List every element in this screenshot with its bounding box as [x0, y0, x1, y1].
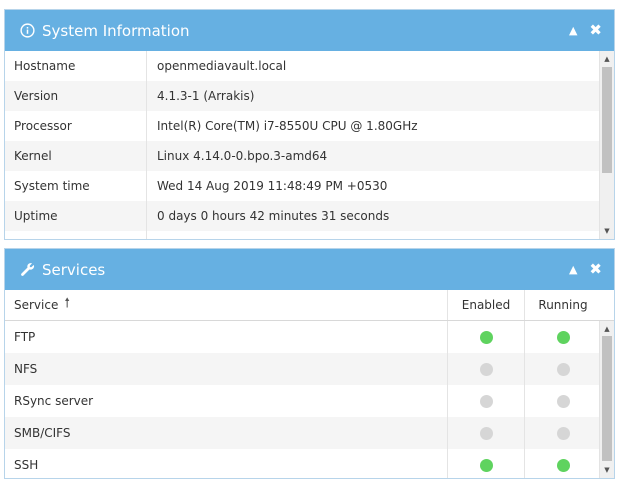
info-value: Intel(R) Core(TM) i7-8550U CPU @ 1.80GHz	[157, 119, 418, 133]
info-row: Version 4.1.3-1 (Arrakis)	[5, 81, 614, 111]
info-key: System time	[5, 171, 147, 201]
close-icon[interactable]: ✖	[589, 262, 602, 277]
running-cell	[524, 417, 601, 449]
enabled-cell	[447, 417, 524, 449]
scroll-down-icon[interactable]: ▼	[600, 464, 614, 476]
info-row-partial	[5, 231, 614, 239]
scrollbar[interactable]: ▲ ▼	[599, 321, 614, 478]
info-key: Processor	[5, 111, 147, 141]
service-row[interactable]: NFS	[5, 353, 614, 385]
collapse-up-icon[interactable]: ▲	[569, 264, 577, 275]
info-key: Kernel	[5, 141, 147, 171]
service-row[interactable]: SMB/CIFS	[5, 417, 614, 449]
info-row: Uptime 0 days 0 hours 42 minutes 31 secon…	[5, 201, 614, 231]
service-row[interactable]: SSH	[5, 449, 614, 478]
enabled-cell	[447, 385, 524, 417]
service-name: SSH	[14, 458, 39, 472]
running-cell	[524, 385, 601, 417]
enabled-cell	[447, 449, 524, 478]
running-status-icon	[556, 458, 570, 472]
info-circle-icon	[19, 23, 35, 39]
info-value: 0 days 0 hours 42 minutes 31 seconds	[157, 209, 390, 223]
service-row[interactable]: RSync server	[5, 385, 614, 417]
service-name: SMB/CIFS	[14, 426, 71, 440]
info-table: Hostname openmediavault.local Version 4.1.3…	[5, 51, 614, 231]
enabled-status-icon	[479, 362, 493, 376]
scroll-thumb[interactable]	[602, 336, 612, 461]
panel-title: Services	[42, 260, 106, 279]
info-row: System time Wed 14 Aug 2019 11:48:49 PM +…	[5, 171, 614, 201]
close-icon[interactable]: ✖	[589, 23, 602, 38]
column-header-running[interactable]: Running	[524, 290, 601, 320]
running-cell	[524, 353, 601, 385]
running-status-icon	[556, 394, 570, 408]
wrench-icon	[19, 262, 35, 278]
enabled-status-icon	[479, 394, 493, 408]
panel-header: Services ▲ ✖	[5, 249, 614, 290]
scrollbar[interactable]: ▲ ▼	[599, 51, 614, 239]
info-value: 4.1.3-1 (Arrakis)	[157, 89, 255, 103]
running-status-icon	[556, 362, 570, 376]
scroll-up-icon[interactable]: ▲	[600, 323, 614, 335]
enabled-status-icon	[479, 458, 493, 472]
enabled-cell	[447, 321, 524, 353]
info-row: Kernel Linux 4.14.0-0.bpo.3-amd64	[5, 141, 614, 171]
services-table-header: Service 🠕 Enabled Running	[5, 290, 614, 321]
column-header-enabled[interactable]: Enabled	[447, 290, 524, 320]
services-table: FTP NFS RSync server SMB/CIFS SSH	[5, 321, 614, 478]
info-value: openmediavault.local	[157, 59, 287, 73]
info-key: Uptime	[5, 201, 147, 231]
service-row[interactable]: FTP	[5, 321, 614, 353]
running-cell	[524, 321, 601, 353]
panel-header: System Information ▲ ✖	[5, 10, 614, 51]
column-header-service[interactable]: Service 🠕	[5, 290, 447, 320]
service-name: RSync server	[14, 394, 94, 408]
services-panel: Services ▲ ✖ Service 🠕 Enabled Running F…	[4, 248, 615, 479]
scroll-down-icon[interactable]: ▼	[600, 225, 614, 237]
info-value: Linux 4.14.0-0.bpo.3-amd64	[157, 149, 328, 163]
info-value: Wed 14 Aug 2019 11:48:49 PM +0530	[157, 179, 388, 193]
sort-up-icon: 🠕	[64, 296, 70, 311]
running-status-icon	[556, 330, 570, 344]
enabled-status-icon	[479, 330, 493, 344]
info-row: Hostname openmediavault.local	[5, 51, 614, 81]
info-key: Hostname	[5, 51, 147, 81]
panel-title: System Information	[42, 21, 190, 40]
info-row: Processor Intel(R) Core(TM) i7-8550U CPU …	[5, 111, 614, 141]
enabled-cell	[447, 353, 524, 385]
service-name: NFS	[14, 362, 38, 376]
running-cell	[524, 449, 601, 478]
service-name: FTP	[14, 330, 36, 344]
running-status-icon	[556, 426, 570, 440]
enabled-status-icon	[479, 426, 493, 440]
info-key: Version	[5, 81, 147, 111]
scroll-up-icon[interactable]: ▲	[600, 53, 614, 65]
system-information-panel: System Information ▲ ✖ Hostname openmedia…	[4, 9, 615, 240]
scroll-thumb[interactable]	[602, 67, 612, 173]
collapse-up-icon[interactable]: ▲	[569, 25, 577, 36]
